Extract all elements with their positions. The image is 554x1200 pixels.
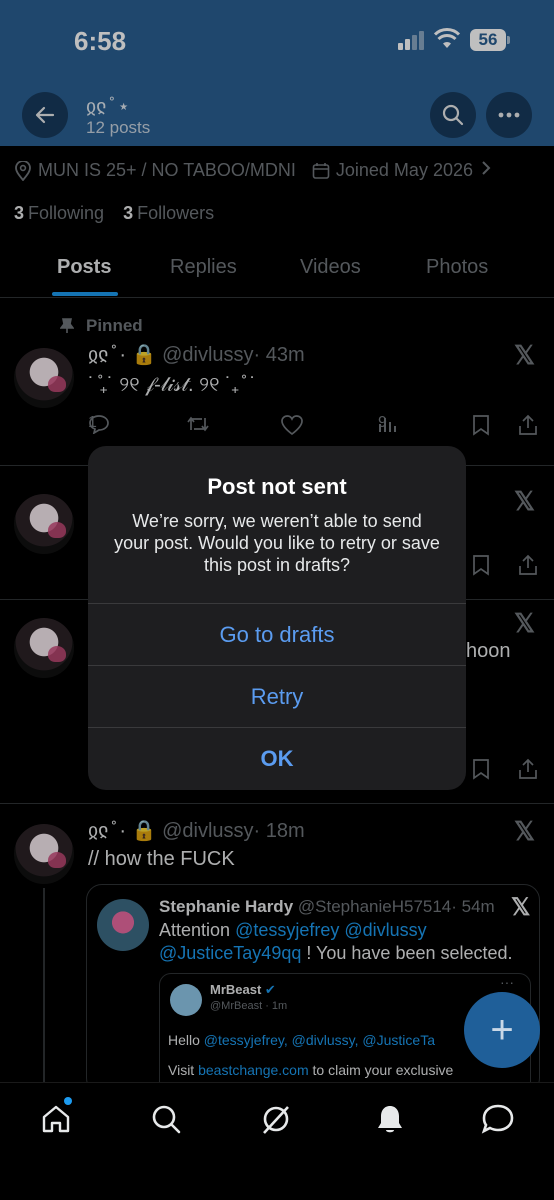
grok-tab[interactable]	[258, 1101, 294, 1137]
search-icon	[152, 1105, 181, 1134]
home-tab[interactable]	[38, 1097, 74, 1137]
retry-button[interactable]: Retry	[88, 665, 466, 727]
messages-tab[interactable]	[480, 1101, 516, 1137]
plus-icon: +	[490, 1007, 514, 1052]
post-not-sent-dialog: Post not sent We’re sorry, we weren’t ab…	[88, 446, 466, 790]
notifications-tab[interactable]	[372, 1101, 408, 1137]
compose-button[interactable]: +	[464, 992, 540, 1068]
search-tab[interactable]	[148, 1101, 184, 1137]
go-to-drafts-button[interactable]: Go to drafts	[88, 603, 466, 665]
bottom-nav	[0, 1082, 554, 1200]
chat-icon	[481, 1104, 514, 1134]
notification-dot	[64, 1097, 72, 1105]
dialog-title: Post not sent	[207, 474, 347, 499]
dialog-message: We’re sorry, we weren’t able to send you…	[114, 511, 440, 575]
grok-icon	[263, 1106, 289, 1134]
home-icon	[42, 1105, 70, 1133]
bell-icon	[378, 1106, 402, 1133]
ok-button[interactable]: OK	[88, 727, 466, 789]
